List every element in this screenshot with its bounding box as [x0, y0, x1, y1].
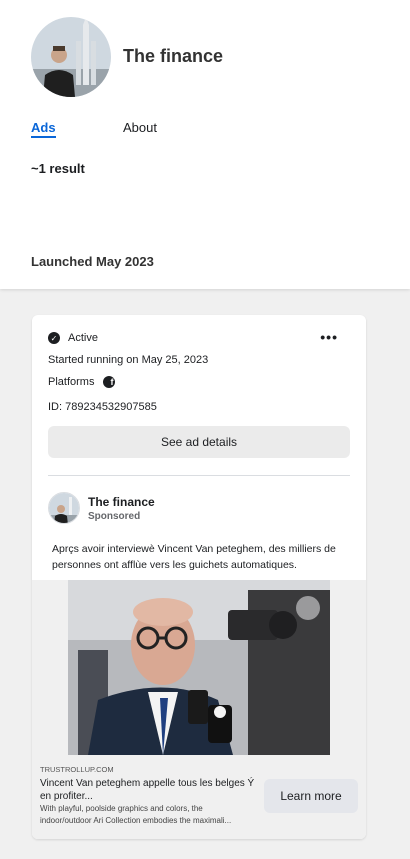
- link-description-line2: indoor/outdoor Ari Collection embodies t…: [40, 816, 232, 825]
- facebook-icon: f: [103, 376, 116, 388]
- link-domain: TRUSTROLLUP.COM: [40, 765, 114, 774]
- advertiser-row: The finance Sponsored: [48, 492, 155, 524]
- check-circle-icon: ✓: [48, 332, 60, 344]
- ad-body-text: Aprçs avoir interviewè Vincent Van peteg…: [52, 543, 336, 571]
- status-label: Active: [68, 332, 98, 344]
- divider: [48, 475, 350, 476]
- ad-status: ✓ Active: [48, 332, 98, 344]
- start-date: Started running on May 25, 2023: [48, 354, 209, 366]
- page-avatar[interactable]: [31, 17, 111, 97]
- result-count: ~1 result: [31, 161, 85, 176]
- platforms-label: Platforms: [48, 376, 95, 388]
- launched-date: Launched May 2023: [31, 254, 154, 269]
- link-description-line1: With playful, poolside graphics and colo…: [40, 804, 203, 813]
- tab-ads[interactable]: Ads: [31, 120, 56, 138]
- ad-id: ID: 789234532907585: [48, 401, 157, 413]
- tab-about[interactable]: About: [123, 120, 157, 135]
- advertiser-name[interactable]: The finance: [88, 495, 155, 509]
- sponsored-label: Sponsored: [88, 510, 141, 522]
- cta-footer[interactable]: TRUSTROLLUP.COM Vincent Van peteghem app…: [32, 755, 366, 839]
- learn-more-button[interactable]: Learn more: [264, 779, 358, 813]
- ad-image[interactable]: [68, 580, 330, 755]
- more-options-icon[interactable]: •••: [320, 330, 338, 344]
- link-headline[interactable]: Vincent Van peteghem appelle tous les be…: [40, 777, 262, 803]
- page-title: The finance: [123, 46, 224, 66]
- page-header: The finance Ads About ~1 result Launched…: [0, 0, 410, 289]
- advertiser-avatar[interactable]: [48, 492, 80, 524]
- platforms-row: Platforms f: [48, 376, 116, 388]
- ad-card: ✓ Active ••• Started running on May 25, …: [32, 315, 366, 839]
- see-ad-details-button[interactable]: See ad details: [48, 426, 350, 458]
